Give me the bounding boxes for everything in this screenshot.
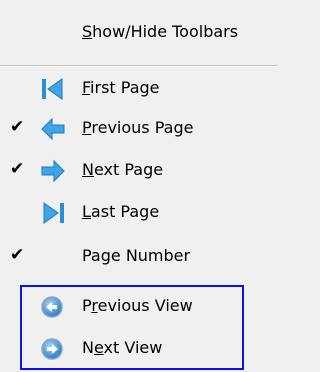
menu-item-first-page[interactable]: First Page <box>0 68 270 108</box>
menu-item-label: Show/Hide Toolbars <box>82 22 239 41</box>
next-page-arrow-icon <box>40 159 66 183</box>
view-toolbar-context-menu: Show/Hide Toolbars First Page ✔ Previous… <box>0 0 278 372</box>
menu-separator <box>0 65 278 67</box>
menu-item-label: Last Page <box>82 202 160 221</box>
checkmark-icon: ✔ <box>10 245 25 265</box>
checkmark-icon: ✔ <box>10 117 25 137</box>
first-page-icon <box>40 77 66 101</box>
menu-item-last-page[interactable]: Last Page <box>0 192 270 232</box>
menu-item-show-hide-toolbars[interactable]: Show/Hide Toolbars <box>0 12 270 52</box>
last-page-icon <box>40 201 66 225</box>
menu-item-label: Previous Page <box>82 118 194 137</box>
checkmark-icon: ✔ <box>10 159 25 179</box>
menu-item-label: First Page <box>82 78 160 97</box>
menu-item-label: Next Page <box>82 160 164 179</box>
previous-page-arrow-icon <box>40 117 66 141</box>
menu-item-label: Page Number <box>82 246 191 265</box>
menu-item-next-page[interactable]: ✔ Next Page <box>0 150 270 190</box>
view-items-highlight-box <box>20 285 244 370</box>
menu-item-page-number[interactable]: ✔ Page Number <box>0 236 270 276</box>
menu-item-previous-page[interactable]: ✔ Previous Page <box>0 108 270 148</box>
